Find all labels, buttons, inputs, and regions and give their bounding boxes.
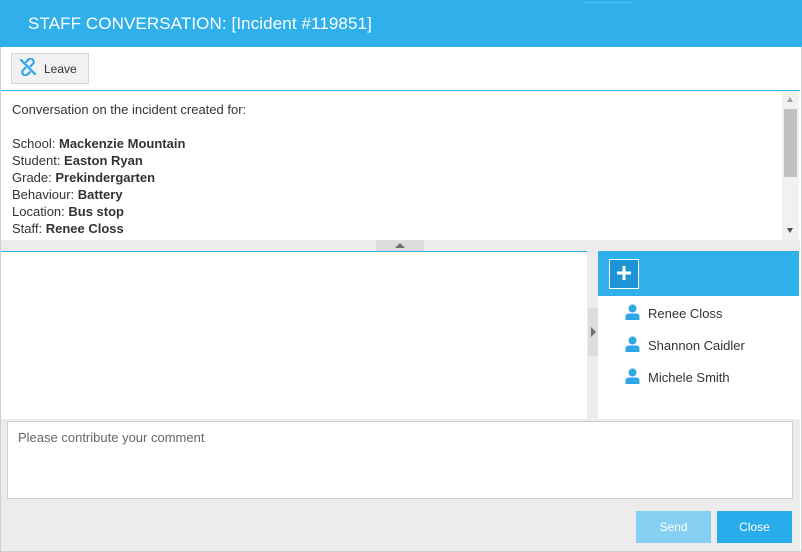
participant-item[interactable]: Renee Closs — [625, 303, 722, 323]
leave-button-label: Leave — [44, 61, 77, 76]
incident-location-label: Location: — [12, 204, 69, 219]
horizontal-splitter[interactable] — [1, 240, 800, 251]
participant-name: Renee Closs — [648, 305, 723, 321]
participants-header — [598, 251, 799, 296]
incident-school-label: School: — [12, 136, 59, 151]
participant-item[interactable]: Michele Smith — [625, 367, 730, 387]
incident-grade: Grade: Prekindergarten — [12, 169, 771, 186]
dialog-title: STAFF CONVERSATION: [Incident #119851] — [28, 14, 372, 33]
participants-panel: Renee Closs Shannon Caidler Michele Smit… — [598, 251, 799, 419]
incident-behaviour-value: Battery — [77, 187, 123, 202]
incident-behaviour: Behaviour: Battery — [12, 186, 771, 203]
incident-student-value: Easton Ryan — [64, 153, 143, 168]
dialog-footer: Send Close — [1, 507, 800, 551]
scroll-thumb[interactable] — [784, 109, 797, 177]
user-icon — [625, 304, 640, 323]
incident-location: Location: Bus stop — [12, 203, 771, 220]
details-scrollbar[interactable] — [782, 92, 799, 240]
incident-staff-label: Staff: — [12, 221, 46, 236]
incident-student: Student: Easton Ryan — [12, 152, 771, 169]
close-button[interactable]: Close — [717, 511, 792, 543]
collapse-up-handle[interactable] — [376, 240, 424, 251]
incident-intro: Conversation on the incident created for… — [12, 102, 247, 117]
incident-behaviour-label: Behaviour: — [12, 187, 78, 202]
participant-name: Michele Smith — [648, 369, 730, 385]
participant-item[interactable]: Shannon Caidler — [625, 335, 745, 355]
incident-student-label: Student: — [12, 153, 65, 168]
incident-grade-value: Prekindergarten — [55, 170, 156, 185]
collapse-right-handle[interactable] — [588, 308, 598, 356]
unlink-icon — [19, 57, 37, 79]
toolbar: Leave — [1, 47, 800, 91]
incident-location-value: Bus stop — [68, 204, 124, 219]
incident-school: School: Mackenzie Mountain — [12, 135, 771, 152]
messages-panel — [1, 251, 587, 419]
incident-grade-label: Grade: — [12, 170, 56, 185]
plus-icon — [616, 265, 632, 284]
incident-staff-value: Renee Closs — [45, 221, 124, 236]
send-button[interactable]: Send — [636, 511, 711, 543]
leave-button[interactable]: Leave — [11, 53, 89, 84]
incident-school-value: Mackenzie Mountain — [58, 136, 186, 151]
vertical-splitter[interactable] — [587, 251, 598, 419]
scroll-down-arrow-icon[interactable] — [787, 228, 793, 233]
participant-name: Shannon Caidler — [648, 337, 745, 353]
scroll-up-arrow-icon[interactable] — [787, 97, 793, 102]
incident-staff: Staff: Renee Closs — [12, 220, 771, 237]
dialog-titlebar: STAFF CONVERSATION: [Incident #119851] — [0, 0, 802, 47]
comment-input[interactable] — [7, 421, 793, 499]
user-icon — [625, 336, 640, 355]
user-icon — [625, 368, 640, 387]
incident-details: Conversation on the incident created for… — [1, 92, 782, 240]
add-participant-button[interactable] — [609, 259, 639, 289]
titlebar-highlight — [583, 2, 633, 3]
